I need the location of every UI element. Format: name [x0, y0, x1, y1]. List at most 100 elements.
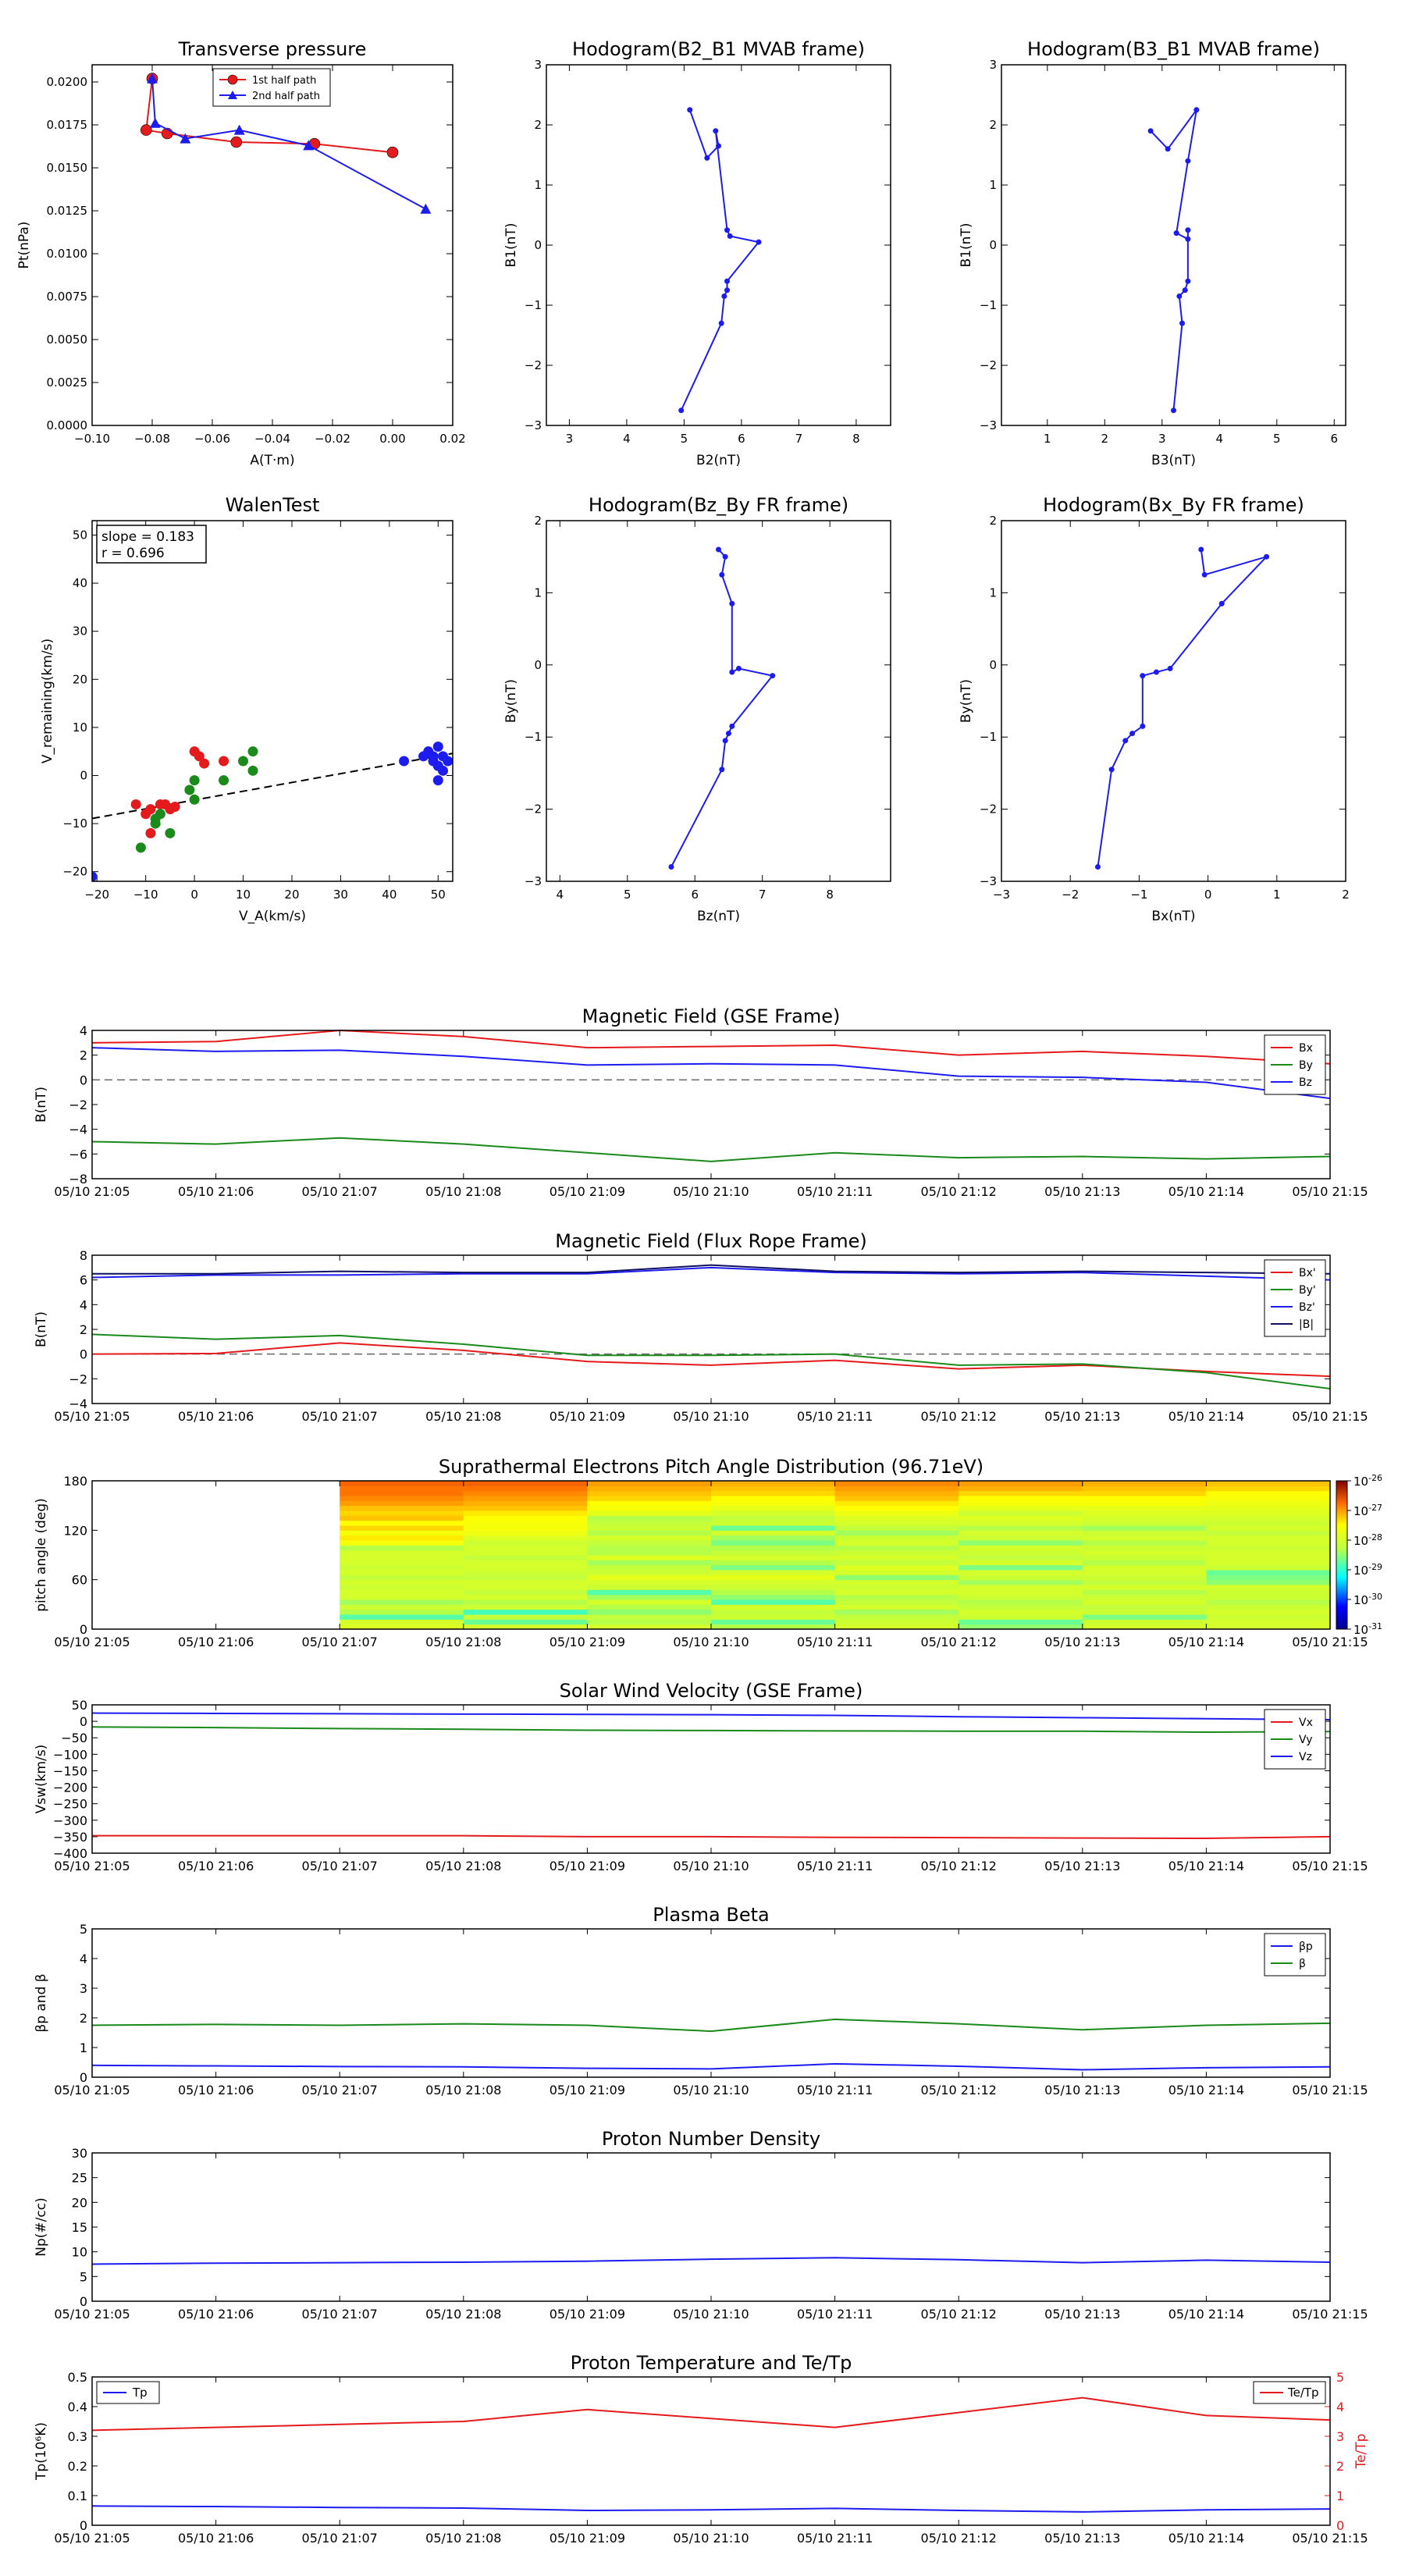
walen-point: [145, 827, 156, 838]
h1-ylabel: B1(nT): [503, 223, 519, 268]
temp-legend-left: Tp: [96, 2381, 160, 2404]
h4-ytick-label: −3: [980, 874, 997, 888]
pad-cell: [711, 1594, 836, 1600]
bfr-time-label: 05/10 21:08: [425, 1409, 501, 1424]
temp-legend-label: Te/Tp: [1287, 2386, 1319, 2400]
pad-cell: [587, 1505, 712, 1511]
pad-colorbar-label: 10-28: [1353, 1532, 1382, 1548]
bfr-ytick-label: 2: [80, 1322, 87, 1337]
tp-point: [230, 136, 243, 148]
pad-time-label: 05/10 21:10: [673, 1635, 749, 1649]
h2-xlabel: B3(nT): [1151, 453, 1196, 468]
pad-cell: [587, 1574, 712, 1581]
bgse-legend: Bx By Bz: [1264, 1034, 1326, 1095]
h2-xtick-label: 6: [1331, 432, 1339, 446]
h4-point: [1167, 665, 1173, 671]
pad-cell: [711, 1530, 836, 1536]
walen-ylabel: V_remaining(km/s): [40, 639, 55, 763]
h4-point: [1218, 600, 1225, 607]
pad-ytick-label: 180: [63, 1474, 87, 1489]
pad-cell: [340, 1485, 464, 1492]
pad-cell: [1082, 1505, 1207, 1511]
h3-point: [729, 723, 735, 729]
h3-point: [725, 731, 731, 737]
bgse-ytick-label: 4: [80, 1023, 87, 1038]
pad-cell: [711, 1555, 836, 1560]
h1-point: [678, 407, 685, 414]
h4-point: [1140, 673, 1146, 679]
beta-ytick-label: 4: [80, 1952, 87, 1966]
h3-point: [722, 553, 728, 560]
pad-cell: [463, 1550, 588, 1556]
bfr-time-label: 05/10 21:15: [1292, 1409, 1368, 1424]
pad-cell: [340, 1481, 464, 1486]
temp-ytick-right-label: 3: [1336, 2429, 1344, 2444]
h1-xtick-label: 8: [852, 432, 860, 446]
beta-series-βp: [91, 2062, 1331, 2071]
bgse-title: Magnetic Field (GSE Frame): [582, 1005, 841, 1027]
pad-cell: [340, 1574, 464, 1581]
bgse-ytick-label: −2: [69, 1098, 87, 1112]
pad-cell: [463, 1525, 588, 1531]
h2-xtick-label: 3: [1158, 432, 1166, 446]
h3-data: [668, 546, 776, 870]
vsw-time-label: 05/10 21:06: [178, 1859, 254, 1873]
h2-ylabel: B1(nT): [959, 223, 974, 268]
pad-cell: [587, 1609, 712, 1615]
pad-cell: [1206, 1500, 1331, 1507]
pad-cell: [959, 1485, 1083, 1492]
h2-ytick-label: 2: [989, 118, 997, 132]
bgse-ytick-label: −4: [69, 1123, 87, 1137]
pad-cell: [587, 1579, 712, 1585]
vsw-time-label: 05/10 21:09: [550, 1859, 625, 1873]
bfr-series-Bz': [91, 1266, 1331, 1281]
colorbar-label-exp: -31: [1368, 1621, 1382, 1631]
tp-xtick-label: −0.08: [134, 432, 170, 446]
tp-legend: 1st half path 2nd half path: [212, 68, 331, 107]
bgse-time-label: 05/10 21:13: [1044, 1184, 1120, 1199]
pad-cell: [463, 1619, 588, 1625]
beta-ylabel: βp and β: [34, 1973, 49, 2032]
np-time-label: 05/10 21:12: [921, 2307, 997, 2322]
beta-time-label: 05/10 21:06: [178, 2083, 254, 2097]
h1-xtick-label: 7: [795, 432, 803, 446]
temp-ytick-right-label: 1: [1336, 2489, 1344, 2503]
pad-cell: [959, 1500, 1083, 1507]
pad-cell: [1206, 1496, 1331, 1501]
pad-cell: [959, 1589, 1083, 1596]
pad-cell: [340, 1555, 464, 1560]
walen-annotation-r: r = 0.696: [101, 546, 165, 561]
h2-frame: [1001, 64, 1346, 426]
walen-annotation-slope: slope = 0.183: [101, 529, 194, 545]
np-ytick-label: 20: [72, 2195, 87, 2210]
pad-cell: [711, 1579, 836, 1585]
beta-time-label: 05/10 21:13: [1044, 2083, 1120, 2097]
pad-cell: [959, 1570, 1083, 1575]
pad-cell: [711, 1609, 836, 1615]
temp-series-Te/Tp: [91, 2396, 1331, 2432]
temp-ytick-right-label: 5: [1336, 2370, 1344, 2385]
pad-cell: [1082, 1481, 1207, 1486]
h3-point: [770, 673, 776, 679]
pad-cell: [463, 1564, 588, 1571]
pad-cell: [711, 1535, 836, 1541]
temp-legend-label: Tp: [132, 2386, 148, 2400]
colorbar-label-exp: -28: [1368, 1532, 1382, 1542]
bgse-time-label: 05/10 21:10: [673, 1184, 749, 1199]
h2-data: [1147, 107, 1200, 414]
h3-xtick-label: 4: [557, 888, 564, 902]
pad-cell: [834, 1481, 959, 1486]
h1-data: [678, 107, 762, 414]
pad-cell: [463, 1500, 588, 1507]
pad-cell: [1206, 1564, 1331, 1571]
tp-ytick-label: 0.0050: [47, 333, 88, 347]
h1-frame: [546, 64, 891, 426]
beta-time-label: 05/10 21:10: [673, 2083, 749, 2097]
h2-ytick-label: −1: [980, 298, 997, 312]
pad-cell: [959, 1540, 1083, 1546]
bfr-legend-label: Bz': [1299, 1301, 1315, 1314]
pad-cell: [711, 1481, 836, 1486]
pad-cell: [1082, 1530, 1207, 1536]
temp-ylabel: Tp(10⁶K): [34, 2422, 49, 2481]
beta-frame: [91, 1928, 1331, 2078]
